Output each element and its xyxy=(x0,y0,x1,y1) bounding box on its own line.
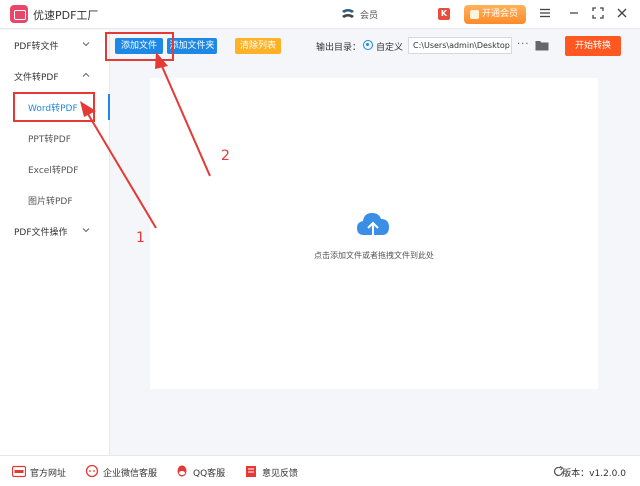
chevron-down-icon xyxy=(82,42,90,47)
start-convert-button[interactable]: 开始转换 xyxy=(565,36,621,56)
file-drop-area[interactable]: 点击添加文件或者拖拽文件到此处 xyxy=(150,78,598,389)
annotation-number-1: 1 xyxy=(136,230,145,246)
app-title: 优速PDF工厂 xyxy=(33,9,99,22)
maximize-icon[interactable] xyxy=(591,6,605,20)
minimize-icon[interactable] xyxy=(567,6,581,20)
sidebar-item-image-to-pdf[interactable]: 图片转PDF xyxy=(0,185,110,215)
sidebar-item-excel-to-pdf[interactable]: Excel转PDF xyxy=(0,154,110,184)
custom-dir-label: 自定义 xyxy=(376,43,404,53)
output-path-field[interactable]: C:\Users\admin\Desktop xyxy=(408,37,512,54)
feedback-label: 意见反馈 xyxy=(262,469,299,479)
qq-support-link[interactable]: QQ客服 xyxy=(175,465,231,479)
website-label: 官方网址 xyxy=(30,469,67,479)
chevron-down-icon xyxy=(82,228,90,233)
app-logo-icon xyxy=(10,5,28,23)
sidebar-group-pdf-operations[interactable]: PDF文件操作 xyxy=(0,216,110,246)
sidebar-item-label: 图片转PDF xyxy=(28,197,73,207)
chevron-up-icon xyxy=(82,72,90,77)
more-options-button[interactable]: ··· xyxy=(517,39,530,50)
feedback-link[interactable]: 意见反馈 xyxy=(244,465,304,479)
folder-icon[interactable] xyxy=(535,39,549,51)
cloud-upload-icon xyxy=(357,213,389,239)
annotation-number-2: 2 xyxy=(221,148,230,164)
wechat-support-link[interactable]: 企业微信客服 xyxy=(85,465,161,479)
sidebar-group-label: PDF文件操作 xyxy=(14,228,68,238)
menu-icon[interactable] xyxy=(538,6,552,20)
vip-button[interactable]: 开通会员 xyxy=(464,5,526,24)
annotation-highlight-word xyxy=(13,92,95,122)
toolbar: 添加文件 添加文件夹 清除列表 输出目录： 自定义 C:\Users\admin… xyxy=(111,30,640,62)
drop-hint-text: 点击添加文件或者拖拽文件到此处 xyxy=(314,251,434,260)
sidebar-item-ppt-to-pdf[interactable]: PPT转PDF xyxy=(0,123,110,153)
website-link[interactable]: 官方网址 xyxy=(12,465,72,479)
sidebar-group-label: 文件转PDF xyxy=(14,73,59,83)
sidebar-item-label: PPT转PDF xyxy=(28,135,71,145)
crown-icon xyxy=(470,10,479,19)
web-icon xyxy=(12,465,26,478)
ad-text: 会员 xyxy=(360,11,379,21)
qq-label: QQ客服 xyxy=(193,469,226,479)
sidebar-group-label: PDF转文件 xyxy=(14,42,59,52)
chat-icon xyxy=(85,465,99,478)
feedback-icon xyxy=(246,466,256,477)
close-icon[interactable] xyxy=(615,6,629,20)
wechat-label: 企业微信客服 xyxy=(103,469,158,479)
output-dir-label: 输出目录： xyxy=(316,43,362,53)
vip-label: 开通会员 xyxy=(482,9,519,19)
promo-badge[interactable]: K xyxy=(438,8,450,20)
sidebar-group-pdf-to-file[interactable]: PDF转文件 xyxy=(0,30,110,60)
version-text: 版本：v1.2.0.0 xyxy=(562,469,626,479)
sidebar: PDF转文件 文件转PDF Word转PDF PPT转PDF Excel转PDF… xyxy=(0,30,110,455)
title-bar: 优速PDF工厂 会员 K 开通会员 xyxy=(0,0,640,29)
footer: 官方网址 企业微信客服 QQ客服 意见反馈 版本：v1.2.0.0 xyxy=(0,455,640,486)
custom-dir-radio[interactable] xyxy=(363,40,373,50)
add-folder-button[interactable]: 添加文件夹 xyxy=(167,38,217,54)
sidebar-group-file-to-pdf[interactable]: 文件转PDF xyxy=(0,61,110,91)
annotation-highlight-add xyxy=(105,32,174,61)
sidebar-item-label: Excel转PDF xyxy=(28,166,79,176)
clear-list-button[interactable]: 清除列表 xyxy=(235,38,281,54)
qq-icon xyxy=(177,465,187,477)
partner-logo-icon xyxy=(342,9,354,18)
